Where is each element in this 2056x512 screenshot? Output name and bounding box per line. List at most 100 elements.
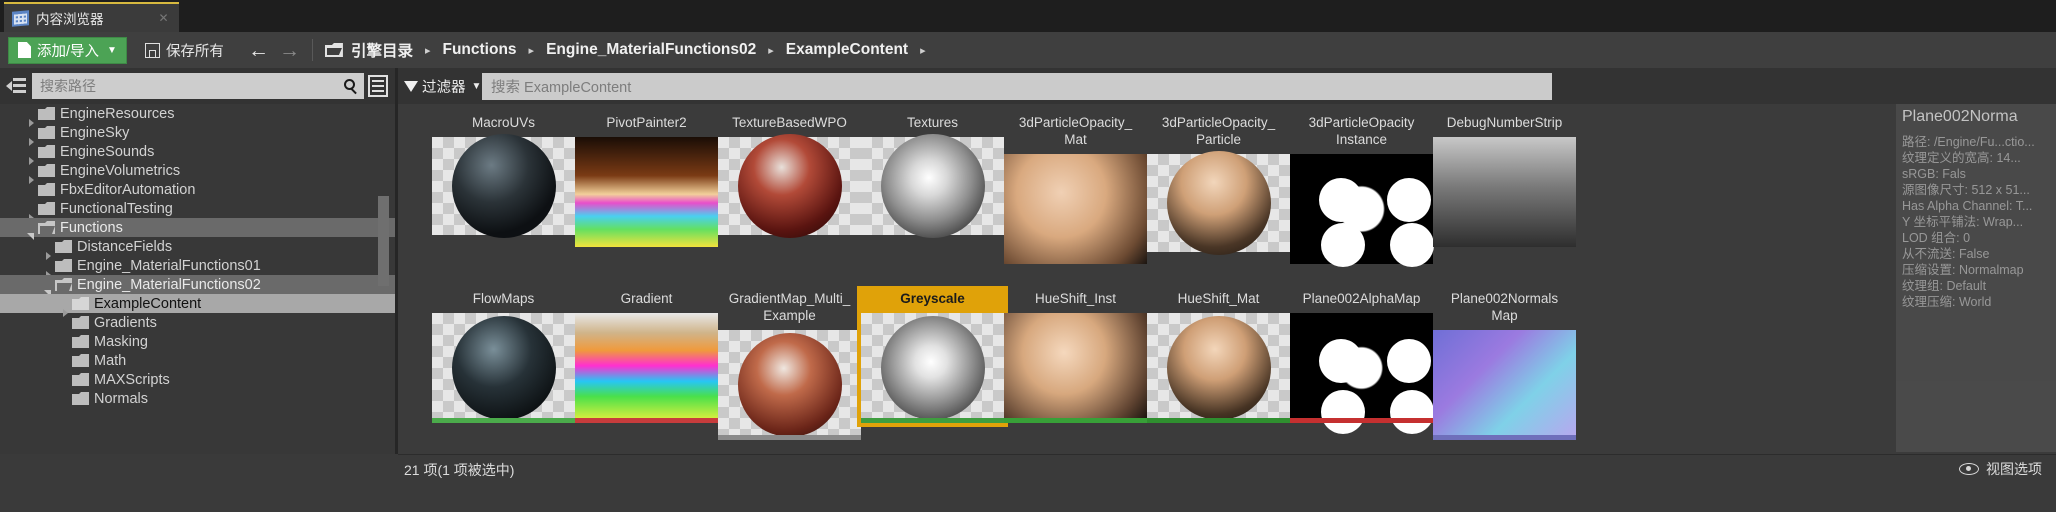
breadcrumb-sep-1[interactable]: ▸ bbox=[529, 44, 535, 57]
tooltip-lines: 路径: /Engine/Fu...ctio... 纹理定义的宽高: 14... sR… bbox=[1902, 134, 2050, 310]
asset-tile[interactable]: HueShift_Inst bbox=[1004, 290, 1147, 423]
breadcrumb-item-3[interactable]: ExampleContent bbox=[786, 41, 908, 59]
sidebar-item-masking[interactable]: Masking bbox=[0, 332, 395, 351]
toggle-sources-panel-icon[interactable] bbox=[6, 77, 26, 95]
folder-tree: EngineResources EngineSky EngineSounds Engi… bbox=[0, 104, 395, 408]
sidebar-item-math[interactable]: Math bbox=[0, 351, 395, 370]
asset-tile[interactable]: 3dParticleOpacity_ Particle bbox=[1147, 114, 1290, 255]
sidebar-item-label: Normals bbox=[94, 390, 148, 407]
view-options-button[interactable]: 视图选项 bbox=[1959, 459, 2042, 479]
search-path-input[interactable]: 搜索路径 bbox=[32, 73, 364, 99]
thumbnail-render bbox=[575, 137, 718, 247]
sidebar-item-label: FunctionalTesting bbox=[60, 200, 173, 217]
asset-tile[interactable]: Plane002AlphaMap bbox=[1290, 290, 1435, 434]
asset-tile[interactable]: Gradient bbox=[575, 290, 718, 423]
sidebar-item-functions[interactable]: Functions bbox=[0, 218, 395, 240]
sidebar-item-distancefields[interactable]: DistanceFields bbox=[0, 237, 395, 260]
sidebar-item-label: Math bbox=[94, 352, 127, 369]
chevron-down-icon: ▼ bbox=[107, 44, 117, 56]
asset-thumbnail bbox=[1290, 313, 1435, 434]
breadcrumb-sep-0[interactable]: ▸ bbox=[425, 44, 431, 57]
asset-tile-label: 3dParticleOpacity_ Particle bbox=[1161, 115, 1276, 147]
tooltip-title: Plane002Norma bbox=[1902, 108, 2018, 125]
sidebar-item-functionaltesting[interactable]: FunctionalTesting bbox=[0, 199, 395, 222]
asset-thumbnail bbox=[1290, 154, 1435, 267]
tooltip-line: sRGB: Fals bbox=[1902, 167, 1966, 181]
add-import-button[interactable]: 添加/导入 ▼ bbox=[8, 36, 127, 64]
path-picker-icon[interactable] bbox=[368, 75, 388, 97]
asset-tile[interactable]: Textures bbox=[861, 114, 1004, 238]
folder-icon bbox=[38, 183, 55, 196]
filter-button[interactable]: 过滤器 ▼ bbox=[404, 74, 481, 99]
sidebar-item-maxscripts[interactable]: MAXScripts bbox=[0, 370, 395, 389]
panel-divider bbox=[395, 68, 398, 104]
search-assets-input[interactable]: 搜索 ExampleContent bbox=[482, 73, 1552, 100]
asset-thumbnail bbox=[861, 313, 1004, 423]
folder-icon bbox=[38, 145, 55, 158]
asset-type-bar bbox=[1433, 435, 1576, 440]
tooltip-line: 纹理压缩: World bbox=[1902, 295, 1992, 309]
asset-tile[interactable]: DebugNumberStrip bbox=[1433, 114, 1576, 247]
asset-tile-label: DebugNumberStrip bbox=[1446, 115, 1563, 130]
asset-tile[interactable]: FlowMaps bbox=[432, 290, 575, 423]
sidebar-item-engine_materialfunctions01[interactable]: Engine_MaterialFunctions01 bbox=[0, 256, 395, 279]
thumbnail-render bbox=[1166, 151, 1271, 255]
asset-tile[interactable]: HueShift_Mat bbox=[1147, 290, 1290, 423]
save-all-button[interactable]: 保存所有 bbox=[137, 37, 232, 64]
sidebar-item-label: Engine_MaterialFunctions01 bbox=[77, 257, 261, 274]
sidebar-item-engine_materialfunctions02[interactable]: Engine_MaterialFunctions02 bbox=[0, 275, 395, 297]
asset-tile[interactable]: PivotPainter2 bbox=[575, 114, 718, 247]
asset-tile-selected[interactable]: Greyscale bbox=[857, 286, 1008, 427]
folder-icon bbox=[38, 221, 55, 234]
sidebar-scrollbar[interactable] bbox=[378, 196, 389, 286]
breadcrumb-sep-2[interactable]: ▸ bbox=[768, 44, 774, 57]
content-browser-window: 内容浏览器 ✕ 添加/导入 ▼ 保存所有 ← → 引擎目录 ▸ Function… bbox=[0, 0, 2056, 512]
breadcrumb-sep-3[interactable]: ▸ bbox=[920, 44, 926, 57]
breadcrumb-item-2[interactable]: Engine_MaterialFunctions02 bbox=[546, 41, 756, 59]
asset-tile-label: Plane002Normals Map bbox=[1450, 291, 1559, 323]
back-arrow-icon[interactable]: ← bbox=[248, 40, 269, 61]
tooltip-line: Y 坐标平铺法: Wrap... bbox=[1902, 215, 2024, 229]
sidebar-item-label: Masking bbox=[94, 333, 148, 350]
asset-tile-label: MacroUVs bbox=[471, 115, 535, 130]
thumbnail-dot bbox=[1321, 222, 1366, 267]
asset-thumbnail bbox=[1147, 151, 1290, 255]
sidebar-item-enginesky[interactable]: EngineSky bbox=[0, 123, 395, 146]
toolbar-divider bbox=[311, 39, 313, 61]
asset-type-bar bbox=[432, 418, 575, 423]
asset-thumbnail bbox=[432, 313, 575, 423]
asset-type-bar bbox=[1290, 418, 1433, 423]
asset-tile[interactable]: 3dParticleOpacity Instance bbox=[1290, 114, 1435, 267]
folder-icon bbox=[72, 354, 89, 367]
sidebar-item-gradients[interactable]: Gradients bbox=[0, 313, 395, 332]
sidebar-item-examplecontent[interactable]: ExampleContent bbox=[0, 294, 395, 317]
close-icon[interactable]: ✕ bbox=[158, 12, 169, 24]
save-all-label: 保存所有 bbox=[165, 43, 224, 60]
sidebar-item-label: ExampleContent bbox=[94, 295, 202, 312]
breadcrumb-item-0[interactable]: 引擎目录 bbox=[351, 39, 413, 61]
asset-tile[interactable]: 3dParticleOpacity_ Mat bbox=[1004, 114, 1147, 264]
asset-tile-label: HueShift_Inst bbox=[1034, 291, 1117, 306]
thumbnail-render bbox=[737, 333, 842, 437]
asset-tile[interactable]: GradientMap_Multi_ Example bbox=[718, 290, 861, 440]
forward-arrow-icon[interactable]: → bbox=[279, 40, 300, 61]
sidebar-item-fbxeditorautomation[interactable]: FbxEditorAutomation bbox=[0, 180, 395, 199]
search-path-placeholder: 搜索路径 bbox=[40, 78, 96, 94]
sidebar-item-enginesounds[interactable]: EngineSounds bbox=[0, 142, 395, 165]
thumbnail-render bbox=[451, 316, 556, 420]
asset-tile[interactable]: Plane002Normals Map bbox=[1433, 290, 1576, 440]
tab-content-browser[interactable]: 内容浏览器 ✕ bbox=[4, 2, 179, 32]
asset-tile[interactable]: TextureBasedWPO bbox=[718, 114, 861, 238]
folder-icon bbox=[72, 373, 89, 386]
sidebar-item-label: MAXScripts bbox=[94, 371, 170, 388]
breadcrumb-item-1[interactable]: Functions bbox=[442, 41, 516, 59]
sidebar-item-enginevolumetrics[interactable]: EngineVolumetrics bbox=[0, 161, 395, 184]
sidebar-item-engineresources[interactable]: EngineResources bbox=[0, 104, 395, 127]
asset-tile[interactable]: MacroUVs bbox=[432, 114, 575, 238]
sidebar-item-label: EngineSounds bbox=[60, 143, 155, 160]
thumbnail-render bbox=[1433, 137, 1576, 247]
sidebar-item-normals[interactable]: Normals bbox=[0, 389, 395, 408]
asset-thumbnail bbox=[718, 134, 861, 238]
chevron-down-icon: ▼ bbox=[471, 81, 482, 92]
folder-icon bbox=[55, 278, 72, 291]
